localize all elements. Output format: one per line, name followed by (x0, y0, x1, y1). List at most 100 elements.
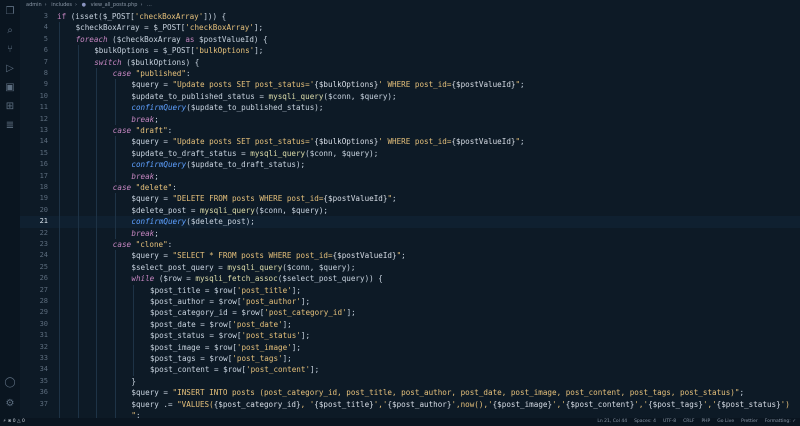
code-token: ($conn, $query); (323, 91, 397, 101)
code-line[interactable]: 16 confirmQuery($update_to_draft_status); (20, 159, 800, 171)
line-number: 37 (39, 399, 48, 408)
code-text: switch ($bulkOptions) { (94, 57, 199, 68)
code-line[interactable]: 32 $post_image = $row['post_image']; (20, 341, 800, 353)
line-number: 24 (39, 251, 48, 260)
code-line[interactable]: 10 $update_to_published_status = mysqli_q… (20, 90, 800, 103)
code-token: ($row = (158, 274, 196, 284)
code-line[interactable]: "; (20, 410, 800, 418)
code-line[interactable]: 15 $update_to_draft_status = mysqli_query… (20, 147, 800, 160)
breadcrumb-item[interactable]: ... (147, 2, 152, 8)
breadcrumb-item[interactable]: view_all_posts.php (91, 2, 138, 8)
code-line[interactable]: 9 $query = "Update posts SET post_status=… (20, 79, 800, 91)
code-line[interactable]: 4 $checkBoxArray = $_POST['checkBoxArray'… (20, 22, 800, 34)
code-line[interactable]: 22 break; (20, 227, 800, 239)
code-line[interactable]: 37 $query .= "VALUES({$post_category_id},… (20, 398, 800, 410)
extensions-icon[interactable]: ⊞ (4, 101, 16, 113)
code-line[interactable]: 12 break; (20, 113, 800, 125)
code-token: ($delete_post); (186, 217, 255, 227)
indent-guide (114, 79, 116, 91)
code-token: case (112, 126, 136, 135)
code-line[interactable]: 24 $query = "SELECT * FROM posts WHERE po… (20, 250, 800, 262)
code-token: $update_to_published_status = (131, 91, 269, 101)
code-token: "Update posts SET post_status=' (172, 137, 315, 147)
code-line[interactable]: 3 if (isset($_POST['checkBoxArray'])) { (20, 11, 800, 22)
code-token: switch (94, 57, 127, 67)
code-line[interactable]: 17 break; (20, 170, 800, 182)
code-line[interactable]: 33 $post_tags = $row['post_tags']; (20, 353, 800, 365)
code-token: ',' (634, 399, 649, 409)
status-item[interactable]: Spaces: 4 (634, 419, 656, 424)
code-line[interactable]: 29 $post_category_id = $row['post_categor… (20, 307, 800, 319)
source-control-icon[interactable]: ⑂ (4, 44, 16, 56)
code-token: ]; (346, 308, 356, 318)
search-icon[interactable]: ⌕ (4, 25, 16, 37)
code-token: "SELECT * FROM posts WHERE post_id= (172, 251, 333, 261)
code-line[interactable]: 19 $query = "DELETE FROM posts WHERE post… (20, 193, 800, 205)
code-line[interactable]: 23 case "clone": (20, 239, 800, 251)
code-text: $query = "SELECT * FROM posts WHERE post… (131, 250, 405, 261)
code-token: confirmQuery (131, 217, 187, 227)
code-token: : (167, 240, 173, 249)
code-line[interactable]: 30 $post_date = $row['post_date']; (20, 318, 800, 331)
code-token: case (112, 183, 136, 192)
code-editor[interactable]: 3 if (isset($_POST['checkBoxArray'])) {4 $… (20, 11, 800, 418)
status-item[interactable]: Prettier (741, 419, 758, 424)
breadcrumb-item[interactable]: includes (51, 2, 72, 8)
code-line[interactable]: 34 $post_content = $row['post_content']; (20, 364, 800, 376)
status-item[interactable]: UTF-8 (663, 419, 676, 424)
code-line[interactable]: 11 confirmQuery($update_to_published_stat… (20, 102, 800, 114)
indent-guide (96, 261, 98, 274)
breadcrumb-item[interactable]: admin (26, 2, 42, 8)
code-token: {$post_title} (314, 399, 374, 409)
code-line[interactable]: 5 foreach ($checkBoxArray as $postValueId… (20, 33, 800, 46)
account-icon[interactable]: ◯ (4, 377, 16, 389)
indent-guide (133, 284, 135, 296)
status-item[interactable]: Ln 21, Col 44 (597, 419, 627, 424)
remote-explorer-icon[interactable]: ▣ (4, 82, 16, 94)
database-icon[interactable]: ≣ (4, 120, 16, 132)
code-line[interactable]: 20 $delete_post = mysqli_query($conn, $qu… (20, 204, 800, 217)
code-token: {$post_image} (492, 399, 553, 409)
code-token: "VALUES( (177, 399, 214, 409)
code-line[interactable]: 8 case "published": (20, 68, 800, 80)
status-item[interactable]: PHP (701, 419, 710, 424)
code-token: ($update_to_draft_status); (186, 160, 306, 170)
code-line[interactable]: 21 confirmQuery($delete_post); (20, 216, 800, 228)
remote-indicator[interactable]: ⚡ ⊗ 0 △ 0 (3, 418, 25, 426)
code-token: {$postValueId} (451, 137, 516, 147)
code-line[interactable]: 26 while ($row = mysqli_fetch_assoc($sele… (20, 273, 800, 285)
code-line[interactable]: 13 case "draft": (20, 125, 800, 137)
code-text: $delete_post = mysqli_query($conn, $quer… (131, 205, 328, 216)
code-line[interactable]: 28 $post_author = $row['post_author']; (20, 296, 800, 308)
code-text: $query = "Update posts SET post_status='… (131, 79, 524, 90)
code-line[interactable]: 14 $query = "Update posts SET post_status… (20, 136, 800, 148)
code-line[interactable]: 25 $select_post_query = mysqli_query($con… (20, 261, 800, 274)
indent-guide (59, 227, 60, 239)
indent-guide (77, 216, 79, 228)
code-token: $update_to_draft_status = (131, 148, 251, 158)
code-line[interactable]: 31 $post_status = $row['post_status']; (20, 330, 800, 342)
status-item[interactable]: Formatting: ✓ (765, 419, 796, 424)
status-item[interactable]: CRLF (683, 419, 694, 424)
code-token: ; (401, 251, 406, 261)
indent-guide (114, 170, 116, 182)
code-token: $post_author = $row[ (150, 297, 242, 306)
code-line[interactable]: 18 case "delete": (20, 182, 800, 194)
settings-gear-icon[interactable]: ⚙ (4, 398, 16, 410)
explorer-icon[interactable]: ❐ (4, 6, 16, 18)
code-line[interactable]: 27 $post_title = $row['post_title']; (20, 284, 800, 296)
code-line[interactable]: 35} (20, 375, 800, 388)
code-text: confirmQuery($update_to_published_status… (131, 102, 323, 113)
indent-guide (77, 375, 79, 388)
indent-guide (96, 364, 98, 376)
run-debug-icon[interactable]: ▷ (4, 63, 16, 75)
indent-guide (77, 159, 79, 171)
code-line[interactable]: 7 switch ($bulkOptions) { (20, 56, 800, 68)
code-line[interactable]: 36 $query = "INSERT INTO posts (post_cate… (20, 387, 800, 399)
code-token: ; (392, 194, 397, 204)
code-token: 'post_category_id' (264, 308, 347, 318)
code-line[interactable]: 6 $bulkOptions = $_POST['bulkOptions']; (20, 45, 800, 57)
status-item[interactable]: Go Live (717, 419, 734, 424)
indent-guide (59, 250, 60, 262)
indent-guide (59, 136, 60, 148)
